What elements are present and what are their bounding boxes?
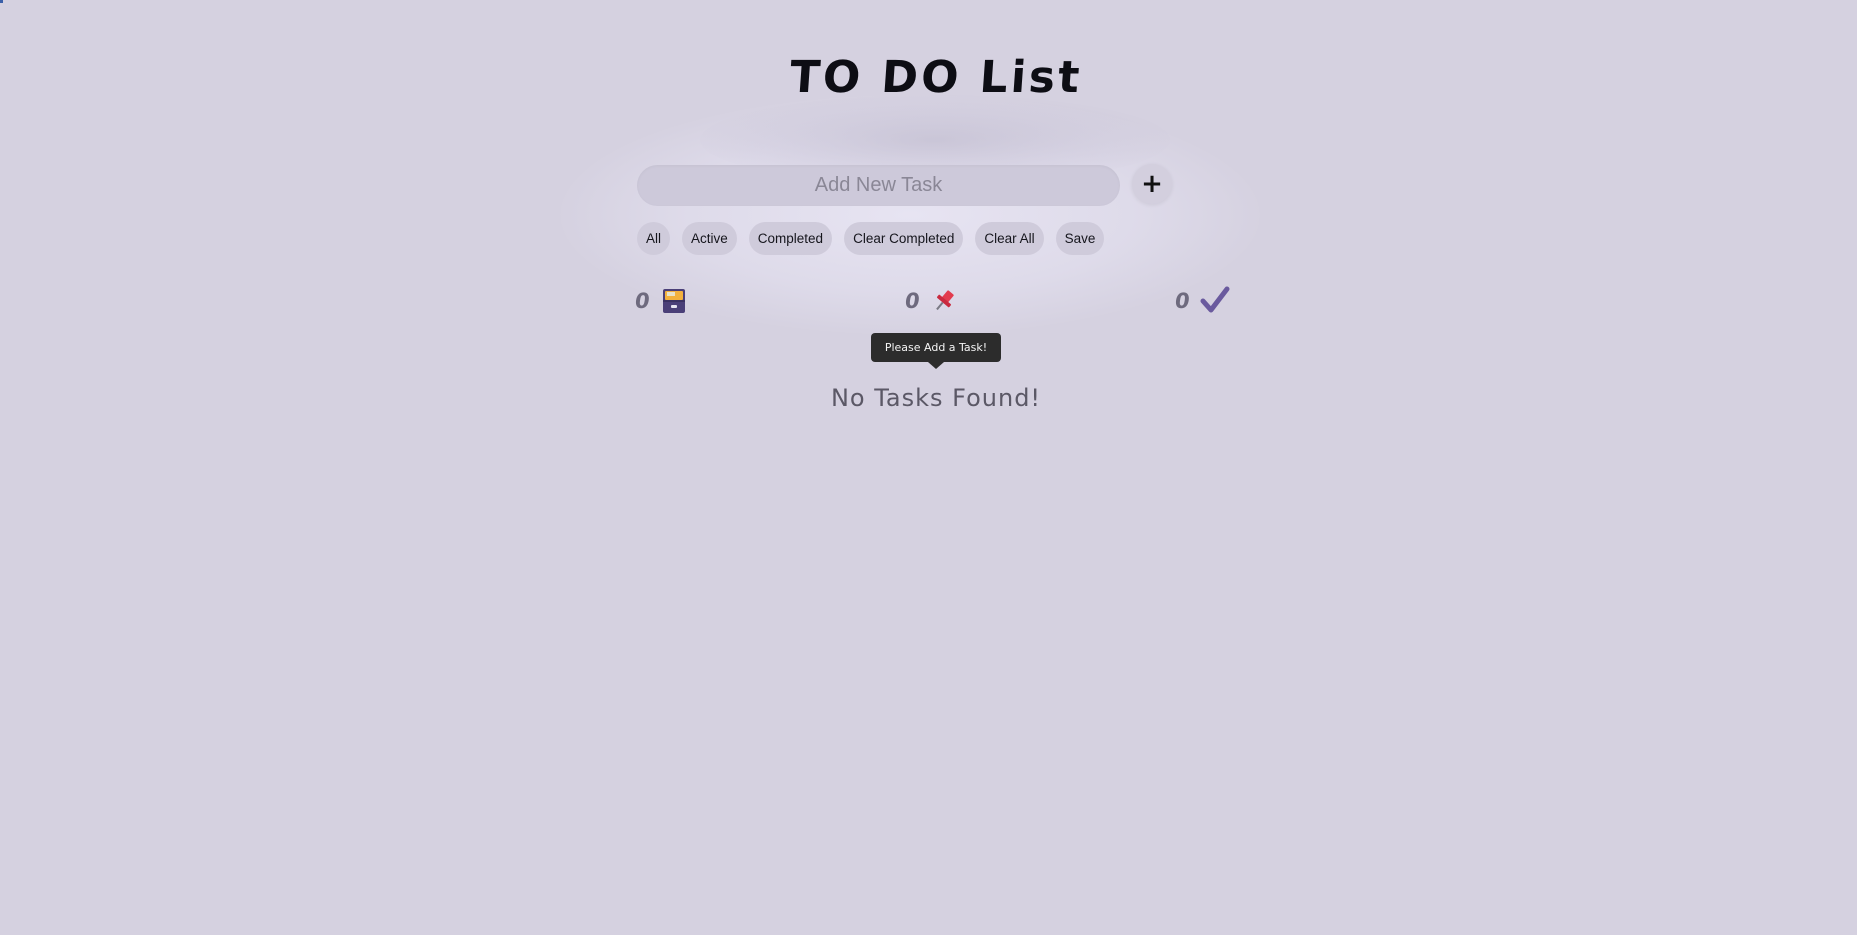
pending-tasks-stat: 0 bbox=[903, 285, 958, 317]
clear-completed-button[interactable]: Clear Completed bbox=[844, 222, 964, 255]
validation-tooltip: Please Add a Task! bbox=[871, 333, 1001, 362]
filter-active-button[interactable]: Active bbox=[682, 222, 737, 255]
clear-all-button[interactable]: Clear All bbox=[975, 222, 1044, 255]
completed-tasks-count: 0 bbox=[1173, 289, 1192, 313]
pushpin-icon bbox=[930, 287, 958, 315]
save-button[interactable]: Save bbox=[1055, 222, 1105, 255]
pending-tasks-count: 0 bbox=[903, 289, 922, 313]
checkmark-icon bbox=[1200, 286, 1230, 316]
window-corner bbox=[0, 0, 3, 3]
new-task-input[interactable] bbox=[637, 165, 1120, 206]
total-tasks-count: 0 bbox=[633, 289, 652, 313]
total-tasks-stat: 0 bbox=[633, 285, 688, 317]
add-task-button[interactable]: + bbox=[1132, 164, 1172, 204]
filter-all-button[interactable]: All bbox=[637, 222, 671, 255]
filter-completed-button[interactable]: Completed bbox=[748, 222, 833, 255]
completed-tasks-stat: 0 bbox=[1173, 285, 1230, 317]
page-title: TO DO List bbox=[788, 52, 1084, 103]
tooltip-arrow bbox=[928, 362, 944, 369]
filter-bar: All Active Completed Clear Completed Cle… bbox=[637, 222, 1105, 255]
todo-app: TO DO List + All Active Completed Clear … bbox=[0, 0, 1857, 935]
plus-icon: + bbox=[1141, 169, 1163, 199]
empty-state-message: No Tasks Found! bbox=[830, 384, 1042, 412]
file-cabinet-icon bbox=[660, 287, 688, 315]
